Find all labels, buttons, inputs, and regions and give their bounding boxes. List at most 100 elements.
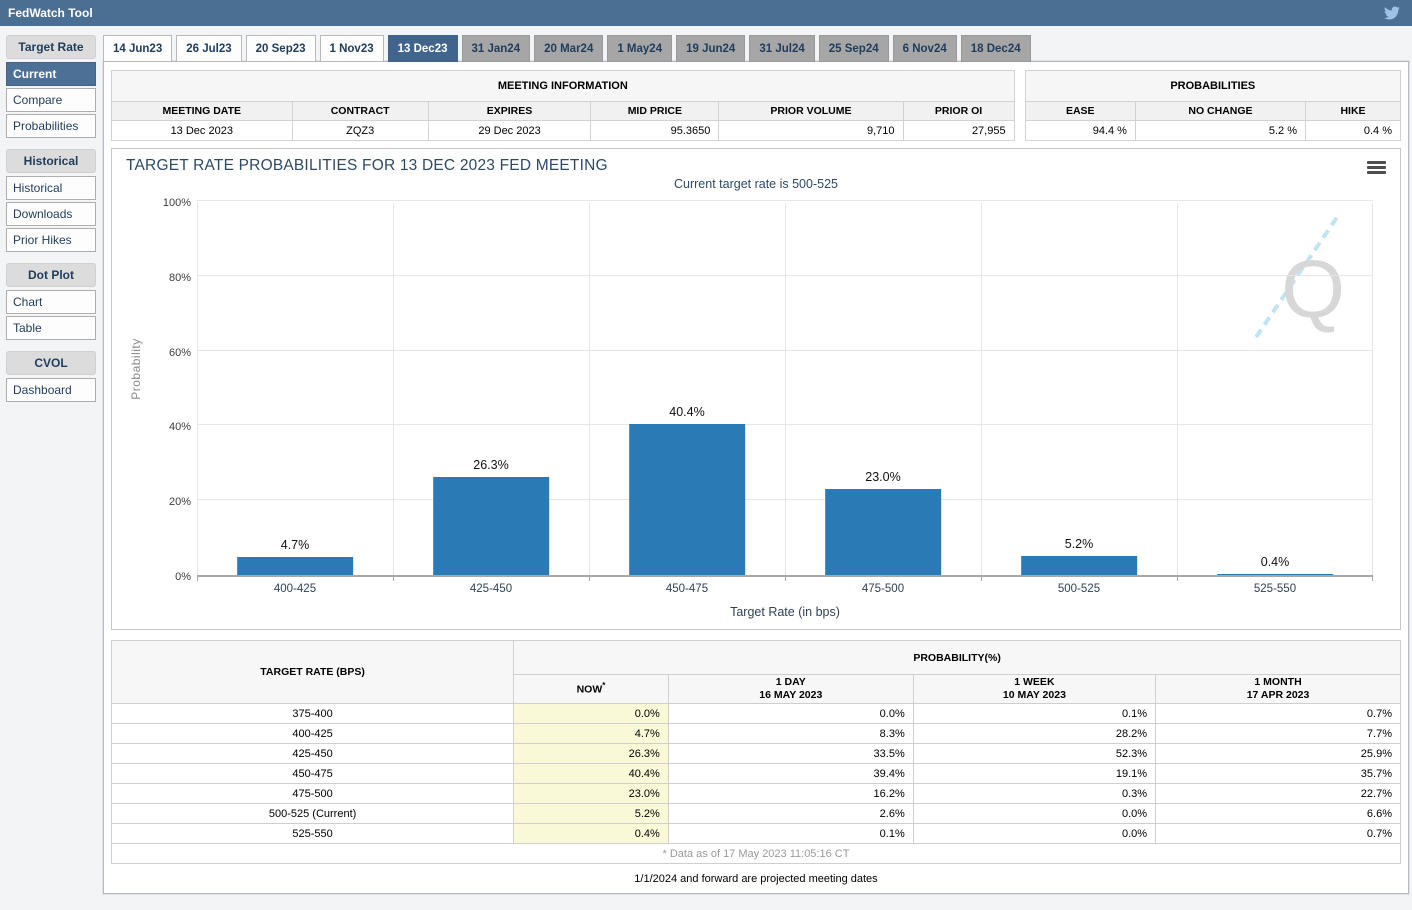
bar-450-475[interactable]: [629, 424, 745, 575]
y-tick-label: 80%: [169, 272, 191, 284]
twitter-icon[interactable]: [1384, 5, 1400, 21]
meeting-date-tabs: 14 Jun2326 Jul2320 Sep231 Nov2313 Dec233…: [103, 35, 1409, 62]
sidebar-item-table[interactable]: Table: [6, 316, 96, 340]
probability-cell: 35.7%: [1156, 764, 1401, 784]
sidebar-item-probabilities[interactable]: Probabilities: [6, 114, 96, 138]
probability-cell: 33.5%: [668, 744, 913, 764]
probability-cell: 19.1%: [913, 764, 1155, 784]
category-label-500-525: 500-525: [981, 583, 1177, 595]
meeting-info-row: 13 Dec 2023 ZQZ3 29 Dec 2023 95.3650 9,7…: [112, 121, 1015, 141]
x-axis-tick: [589, 577, 590, 581]
bar-500-525[interactable]: [1021, 556, 1137, 575]
rate-table-row-425-450: 425-45026.3%33.5%52.3%25.9%: [112, 744, 1401, 764]
bar-400-425[interactable]: [237, 557, 353, 575]
tab-31-jan24[interactable]: 31 Jan24: [462, 35, 531, 62]
rate-cell: 475-500: [112, 784, 514, 804]
tab-20-mar24[interactable]: 20 Mar24: [534, 35, 603, 62]
bar-column-525-550: 0.4%: [1177, 203, 1373, 575]
rate-cell: 375-400: [112, 704, 514, 724]
bar-column-425-450: 26.3%: [393, 203, 589, 575]
sidebar-item-dashboard[interactable]: Dashboard: [6, 378, 96, 402]
tab-6-nov24[interactable]: 6 Nov24: [893, 35, 957, 62]
bar-425-450[interactable]: [433, 477, 549, 575]
col-no-change: NO CHANGE: [1135, 102, 1305, 121]
tab-20-sep23[interactable]: 20 Sep23: [246, 35, 316, 62]
y-tick-label: 40%: [169, 421, 191, 433]
now-probability-cell: 5.2%: [514, 804, 669, 824]
sidebar-item-historical[interactable]: Historical: [6, 176, 96, 200]
chart-menu-icon[interactable]: [1367, 161, 1386, 176]
chart-title: TARGET RATE PROBABILITIES FOR 13 DEC 202…: [122, 154, 1390, 175]
probability-cell: 2.6%: [668, 804, 913, 824]
y-tick-label: 20%: [169, 496, 191, 508]
bar-column-400-425: 4.7%: [197, 203, 393, 575]
bar-column-450-475: 40.4%: [589, 203, 785, 575]
bar-value-label: 0.4%: [1177, 555, 1373, 569]
x-axis-labels: 400-425425-450450-475475-500500-525525-5…: [197, 583, 1373, 595]
probability-cell: 25.9%: [1156, 744, 1401, 764]
probability-cell: 0.0%: [913, 824, 1155, 844]
probability-cell: 0.0%: [668, 704, 913, 724]
tab-1-may24[interactable]: 1 May24: [607, 35, 672, 62]
tab-19-jun24[interactable]: 19 Jun24: [676, 35, 745, 62]
sidebar-item-chart[interactable]: Chart: [6, 290, 96, 314]
tab-13-dec23[interactable]: 13 Dec23: [388, 35, 458, 62]
category-label-400-425: 400-425: [197, 583, 393, 595]
chart-panel: TARGET RATE PROBABILITIES FOR 13 DEC 202…: [111, 148, 1401, 630]
category-label-450-475: 450-475: [589, 583, 785, 595]
y-tick-label: 0%: [175, 571, 191, 583]
col-1-week: 1 WEEK10 MAY 2023: [913, 675, 1155, 704]
tab-14-jun23[interactable]: 14 Jun23: [103, 35, 172, 62]
rate-table-row-525-550: 525-5500.4%0.1%0.0%0.7%: [112, 824, 1401, 844]
rate-table-group-header: PROBABILITY(%): [514, 641, 1401, 675]
sidebar-item-current[interactable]: Current: [6, 62, 96, 86]
x-axis-tick: [1372, 577, 1373, 581]
probability-cell: 0.7%: [1156, 704, 1401, 724]
tab-25-sep24[interactable]: 25 Sep24: [819, 35, 889, 62]
bar-525-550[interactable]: [1217, 574, 1333, 576]
sidebar-section-cvol[interactable]: CVOL: [6, 351, 96, 375]
col-ease: EASE: [1025, 102, 1135, 121]
sidebar-item-prior-hikes[interactable]: Prior Hikes: [6, 228, 96, 252]
category-label-425-450: 425-450: [393, 583, 589, 595]
tab-1-nov23[interactable]: 1 Nov23: [320, 35, 384, 62]
x-axis-title: Target Rate (in bps): [197, 605, 1373, 619]
rate-table-row-500-525-current: 500-525 (Current)5.2%2.6%0.0%6.6%: [112, 804, 1401, 824]
col-contract: CONTRACT: [292, 102, 428, 121]
rate-table-row-400-425: 400-4254.7%8.3%28.2%7.7%: [112, 724, 1401, 744]
h-gridline: [197, 200, 1373, 201]
sidebar-section-historical[interactable]: Historical: [6, 149, 96, 173]
rate-cell: 400-425: [112, 724, 514, 744]
x-axis-tick: [1177, 577, 1178, 581]
probability-cell: 28.2%: [913, 724, 1155, 744]
rate-cell: 525-550: [112, 824, 514, 844]
col-hike: HIKE: [1306, 102, 1401, 121]
probability-cell: 39.4%: [668, 764, 913, 784]
rate-cell: 425-450: [112, 744, 514, 764]
prior-volume-value: 9,710: [719, 121, 903, 141]
col-prior-oi: PRIOR OI: [903, 102, 1014, 121]
probabilities-row: 94.4 % 5.2 % 0.4 %: [1025, 121, 1400, 141]
rate-table-row-375-400: 375-4000.0%0.0%0.1%0.7%: [112, 704, 1401, 724]
sidebar-item-downloads[interactable]: Downloads: [6, 202, 96, 226]
bar-475-500[interactable]: [825, 489, 941, 575]
probability-cell: 0.1%: [668, 824, 913, 844]
meeting-date-value: 13 Dec 2023: [112, 121, 293, 141]
col-mid-price: MID PRICE: [591, 102, 719, 121]
bar-column-475-500: 23.0%: [785, 203, 981, 575]
category-label-475-500: 475-500: [785, 583, 981, 595]
tab-18-dec24[interactable]: 18 Dec24: [961, 35, 1031, 62]
sidebar-section-target-rate[interactable]: Target Rate: [6, 35, 96, 59]
rate-table-row-450-475: 450-47540.4%39.4%19.1%35.7%: [112, 764, 1401, 784]
sidebar-item-compare[interactable]: Compare: [6, 88, 96, 112]
top-bar: FedWatch Tool: [0, 0, 1412, 26]
app-title: FedWatch Tool: [8, 6, 93, 20]
tab-26-jul23[interactable]: 26 Jul23: [176, 35, 241, 62]
bar-column-500-525: 5.2%: [981, 203, 1177, 575]
tab-31-jul24[interactable]: 31 Jul24: [749, 35, 814, 62]
sidebar-section-dot-plot[interactable]: Dot Plot: [6, 263, 96, 287]
data-as-of-footnote: * Data as of 17 May 2023 11:05:16 CT: [112, 844, 1401, 864]
bar-value-label: 40.4%: [589, 405, 785, 419]
no-change-value: 5.2 %: [1135, 121, 1305, 141]
probability-cell: 52.3%: [913, 744, 1155, 764]
